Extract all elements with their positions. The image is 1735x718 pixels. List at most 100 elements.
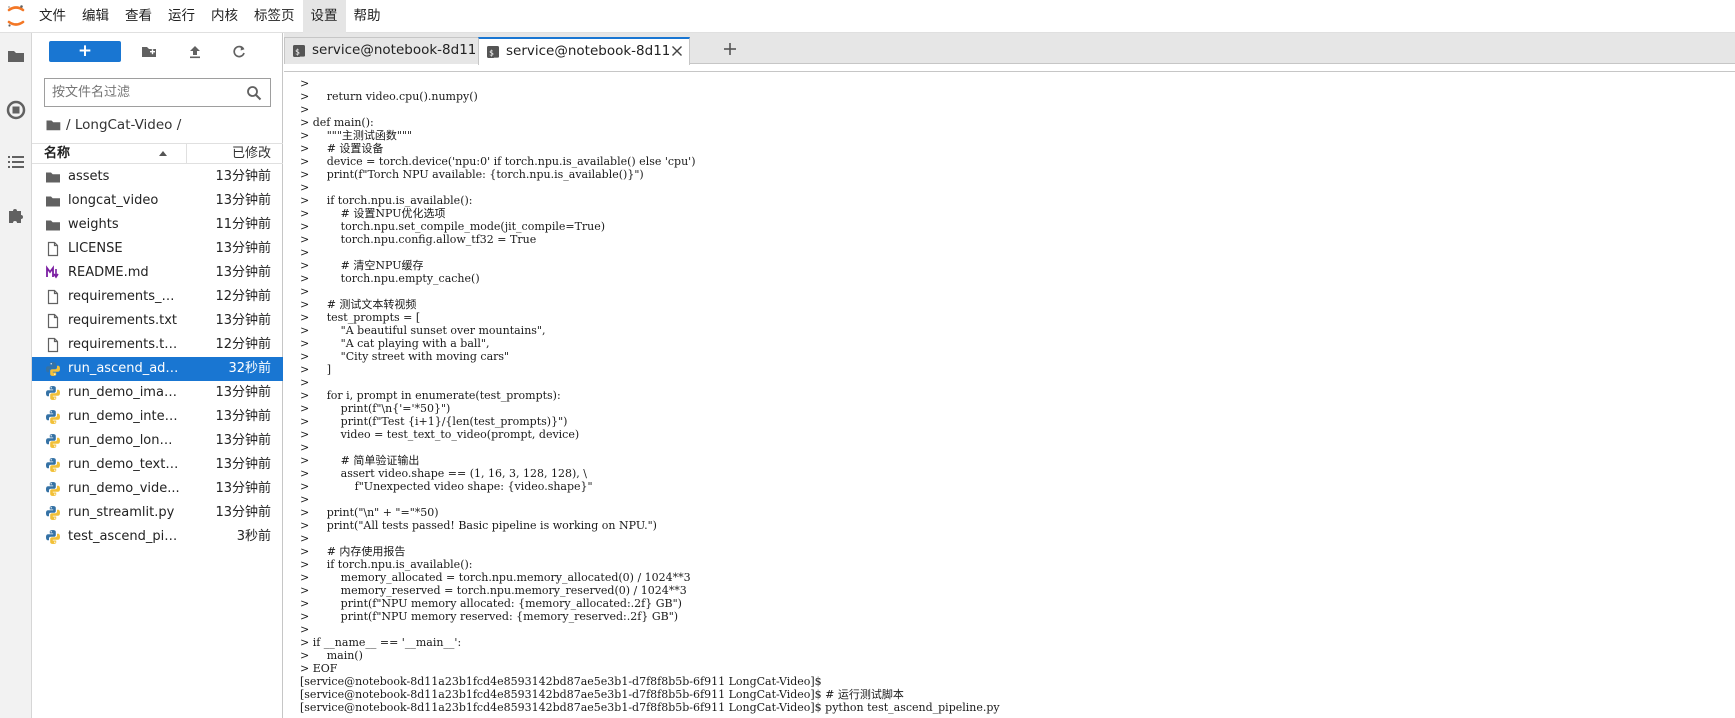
- file-row[interactable]: weights 11分钟前: [32, 213, 283, 237]
- menu-help[interactable]: 帮助: [346, 0, 389, 33]
- terminal-output: > > return video.cpu().numpy() > > def m…: [300, 77, 1000, 714]
- file-row[interactable]: run_demo_inter... 13分钟前: [32, 405, 283, 429]
- file-name: run_demo_vide...: [68, 481, 180, 496]
- file-row[interactable]: run_demo_imag... 13分钟前: [32, 381, 283, 405]
- file-name: test_ascend_pip...: [68, 529, 180, 544]
- terminal-line: > # 设置NPU优化选项: [300, 207, 446, 220]
- python-file-icon: [45, 505, 61, 521]
- file-name: README.md: [68, 265, 149, 280]
- terminal-icon: $_: [487, 46, 499, 58]
- file-name: run_streamlit.py: [68, 505, 175, 520]
- file-row[interactable]: run_ascend_ada... 32秒前: [32, 357, 283, 381]
- file-name: run_demo_text_...: [68, 457, 180, 472]
- new-folder-icon[interactable]: [135, 41, 163, 62]
- terminal-line: > # 测试文本转视频: [300, 298, 417, 311]
- terminal-line: >: [300, 532, 310, 545]
- new-launcher-button[interactable]: +: [49, 41, 121, 62]
- terminal-line: > def main():: [300, 116, 374, 129]
- menu-settings[interactable]: 设置: [302, 0, 346, 33]
- activity-bar: [0, 33, 32, 718]
- terminal-line: >: [300, 493, 310, 506]
- terminal-line: >: [300, 441, 310, 454]
- file-name: run_ascend_ada...: [68, 361, 180, 376]
- terminal-line: > EOF: [300, 662, 338, 675]
- file-row[interactable]: run_demo_long... 13分钟前: [32, 429, 283, 453]
- terminal-line: > f"Unexpected video shape: {video.shape…: [300, 480, 593, 493]
- folder-icon: [46, 120, 61, 131]
- terminal-line: > ]: [300, 363, 331, 376]
- menu-view[interactable]: 查看: [117, 0, 160, 33]
- file-modified: 13分钟前: [215, 409, 271, 424]
- file-row[interactable]: assets 13分钟前: [32, 165, 283, 189]
- file-row[interactable]: run_demo_text_... 13分钟前: [32, 453, 283, 477]
- running-stop-icon[interactable]: [0, 94, 32, 126]
- add-tab-button[interactable]: [718, 38, 742, 60]
- terminal-line: > main(): [300, 649, 363, 662]
- file-list-header: 名称 已修改: [32, 143, 283, 164]
- file-name: requirements.tx...: [68, 337, 180, 352]
- file-row[interactable]: test_ascend_pip... 3秒前: [32, 525, 283, 549]
- column-header-modified[interactable]: 已修改: [232, 144, 271, 163]
- tab-terminal-2[interactable]: $_ service@notebook-8d11a: [478, 37, 690, 65]
- file-modified: 13分钟前: [215, 265, 271, 280]
- file-name: longcat_video: [68, 193, 159, 208]
- folder-icon: [45, 169, 61, 185]
- menu-file[interactable]: 文件: [31, 0, 74, 33]
- terminal-line: > "A cat playing with a ball",: [300, 337, 490, 350]
- breadcrumb[interactable]: / LongCat-Video /: [46, 115, 181, 135]
- python-file-icon: [45, 385, 61, 401]
- terminal-line: >: [300, 623, 310, 636]
- folder-icon[interactable]: [0, 40, 32, 72]
- terminal-line: > memory_reserved = torch.npu.memory_res…: [300, 584, 687, 597]
- file-modified: 12分钟前: [215, 289, 271, 304]
- file-row[interactable]: requirements.txt 13分钟前: [32, 309, 283, 333]
- file-row[interactable]: requirements.tx... 12分钟前: [32, 333, 283, 357]
- terminal-line: > assert video.shape == (1, 16, 3, 128, …: [300, 467, 587, 480]
- terminal-line: > "City street with moving cars": [300, 350, 510, 363]
- terminal-line: > torch.npu.config.allow_tf32 = True: [300, 233, 537, 246]
- file-browser-toolbar: +: [32, 41, 283, 67]
- breadcrumb-path[interactable]: / LongCat-Video /: [66, 117, 181, 133]
- file-modified: 13分钟前: [215, 481, 271, 496]
- file-row[interactable]: LICENSE 13分钟前: [32, 237, 283, 261]
- tab-terminal-1[interactable]: $_ service@notebook-8d11a: [284, 37, 496, 64]
- menu-run[interactable]: 运行: [160, 0, 203, 33]
- terminal-line: > torch.npu.set_compile_mode(jit_compile…: [300, 220, 606, 233]
- file-row[interactable]: run_demo_vide... 13分钟前: [32, 477, 283, 501]
- refresh-icon[interactable]: [225, 41, 253, 62]
- file-modified: 13分钟前: [215, 385, 271, 400]
- file-icon: [45, 337, 61, 353]
- terminal-line: > """主测试函数""": [300, 129, 413, 142]
- terminal-line: >: [300, 181, 310, 194]
- extension-puzzle-icon[interactable]: [0, 199, 32, 231]
- svg-text:$_: $_: [295, 48, 305, 57]
- file-row[interactable]: requirements_as... 12分钟前: [32, 285, 283, 309]
- close-icon[interactable]: [671, 45, 683, 57]
- table-of-contents-icon[interactable]: [0, 146, 32, 178]
- main-area: $_ service@notebook-8d11a $_ service@notebo…: [284, 33, 1735, 718]
- sort-ascending-icon: [159, 151, 167, 156]
- terminal-line: > print("\n" + "="*50): [300, 506, 439, 519]
- upload-icon[interactable]: [181, 41, 209, 62]
- python-file-icon: [45, 361, 61, 377]
- terminal-line: > memory_allocated = torch.npu.memory_al…: [300, 571, 691, 584]
- terminal-line: > print(f"Test {i+1}/{len(test_prompts)}…: [300, 415, 568, 428]
- filter-input[interactable]: [45, 79, 240, 106]
- menu-edit[interactable]: 编辑: [74, 0, 117, 33]
- file-name: LICENSE: [68, 241, 123, 256]
- file-row[interactable]: longcat_video 13分钟前: [32, 189, 283, 213]
- terminal-line: > if torch.npu.is_available():: [300, 558, 473, 571]
- file-row[interactable]: run_streamlit.py 13分钟前: [32, 501, 283, 525]
- terminal-line: > print(f"NPU memory reserved: {memory_r…: [300, 610, 679, 623]
- column-header-name[interactable]: 名称: [32, 144, 187, 163]
- terminal-panel[interactable]: > > return video.cpu().numpy() > > def m…: [284, 73, 1735, 718]
- terminal-line: > video = test_text_to_video(prompt, dev…: [300, 428, 580, 441]
- jupyterlab-window: 文件 编辑 查看 运行 内核 标签页 设置 帮助 + 按文件名过滤 / Long…: [0, 0, 1735, 718]
- file-row[interactable]: README.md 13分钟前: [32, 261, 283, 285]
- file-browser-panel: + / LongCat-Video / 名称: [32, 33, 283, 718]
- tab-label: service@notebook-8d11a: [506, 43, 669, 59]
- menu-tabs[interactable]: 标签页: [246, 0, 303, 33]
- terminal-line: >: [300, 246, 310, 259]
- menu-kernel[interactable]: 内核: [203, 0, 246, 33]
- terminal-line: [service@notebook-8d11a23b1fcd4e8593142b…: [300, 701, 1000, 714]
